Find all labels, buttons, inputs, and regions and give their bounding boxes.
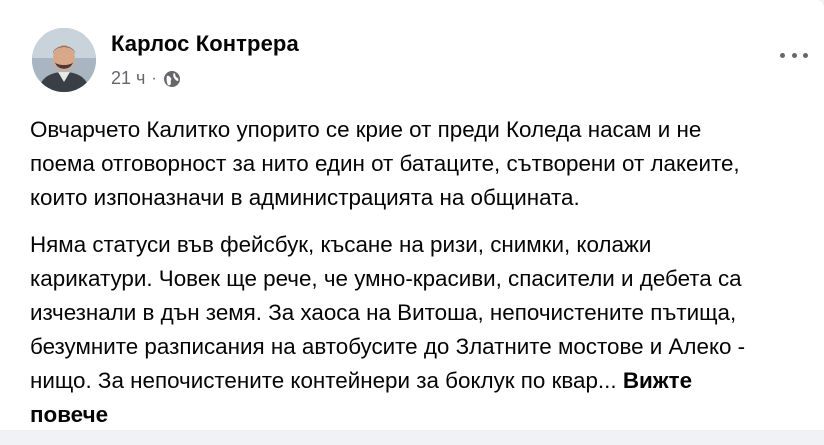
see-more-link-continued[interactable]: повече — [30, 398, 820, 432]
globe-icon[interactable] — [163, 70, 181, 88]
see-more-link[interactable]: Вижте — [623, 368, 692, 393]
author-avatar[interactable] — [32, 28, 96, 92]
post-header: Карлос Контрера 21 ч · — [28, 26, 808, 96]
author-name[interactable]: Карлос Контрера — [111, 31, 299, 57]
truncated-text: нищо. За непочистените контейнери за бок… — [30, 368, 617, 393]
text-line: карикатури. Човек ще рече, че умно-краси… — [30, 266, 742, 291]
text-line: изчезнали в дън земя. За хаоса на Витоша… — [30, 300, 737, 325]
meta-separator: · — [151, 69, 157, 87]
text-line: Няма статуси във фейсбук, късане на ризи… — [30, 232, 652, 257]
text-line: нищо. За непочистените контейнери за бок… — [30, 364, 820, 398]
text-line: безумните разписания на автобусите до Зл… — [30, 334, 746, 359]
more-options-icon[interactable] — [780, 48, 808, 62]
text-line: поема отговорност за нито един от батаци… — [30, 151, 740, 176]
text-line: които изпоназначи в администрацията на о… — [30, 185, 580, 210]
avatar-image — [32, 28, 96, 92]
post-meta: 21 ч · — [111, 68, 181, 89]
post-paragraph-2: Няма статуси във фейсбук, късане на ризи… — [30, 228, 820, 432]
post-card: Карлос Контрера 21 ч · Овчарчето Калитко… — [0, 0, 824, 430]
post-paragraph-1: Овчарчето Калитко упорито се крие от пре… — [30, 113, 820, 215]
post-time[interactable]: 21 ч — [111, 68, 145, 89]
text-line: Овчарчето Калитко упорито се крие от пре… — [30, 117, 702, 142]
post-text: Овчарчето Калитко упорито се крие от пре… — [30, 113, 820, 445]
